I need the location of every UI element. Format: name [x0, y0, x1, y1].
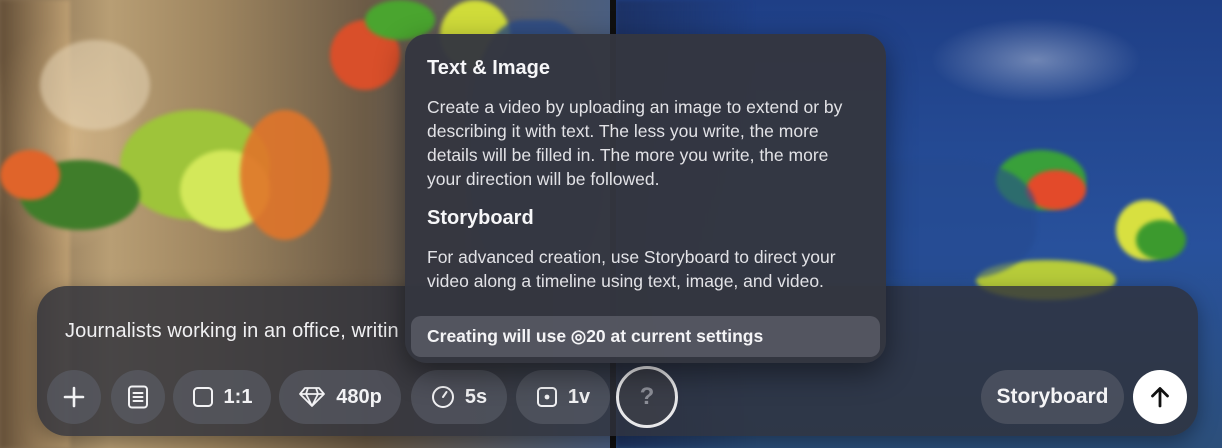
- resolution-button[interactable]: 480p: [279, 370, 401, 424]
- cost-notice: Creating will use ◎20 at current setting…: [411, 316, 880, 357]
- storyboard-label: Storyboard: [996, 385, 1109, 408]
- aspect-ratio-button[interactable]: 1:1: [173, 370, 271, 424]
- app-stage: Journalists working in an office, writin…: [0, 0, 1222, 448]
- document-list-icon: [128, 385, 148, 409]
- submit-button[interactable]: [1133, 370, 1187, 424]
- aspect-ratio-label: 1:1: [223, 385, 253, 408]
- arrow-up-icon: [1151, 387, 1169, 408]
- dice-icon: [536, 387, 557, 407]
- duration-button[interactable]: 5s: [411, 370, 507, 424]
- help-label: ?: [639, 383, 655, 410]
- cost-text: Creating will use ◎20 at current setting…: [427, 326, 764, 346]
- resolution-label: 480p: [336, 385, 382, 408]
- diamond-icon: [299, 387, 326, 407]
- storyboard-button[interactable]: Storyboard: [981, 370, 1124, 424]
- variations-button[interactable]: 1v: [516, 370, 610, 424]
- square-icon: [192, 387, 213, 407]
- add-button[interactable]: [47, 370, 101, 424]
- clock-icon: [431, 386, 454, 408]
- help-popover: Text & Image Create a video by uploading…: [405, 34, 886, 363]
- variations-label: 1v: [567, 385, 591, 408]
- presets-button[interactable]: [111, 370, 165, 424]
- storyboard-description: For advanced creation, use Storyboard to…: [427, 247, 836, 291]
- prompt-input[interactable]: Journalists working in an office, writin: [65, 320, 399, 343]
- duration-label: 5s: [464, 385, 488, 408]
- help-button[interactable]: ?: [616, 366, 678, 428]
- plus-icon: [63, 386, 85, 408]
- text-image-description: Create a video by uploading an image to …: [427, 97, 843, 189]
- text-image-heading: Text & Image: [427, 57, 550, 79]
- storyboard-heading: Storyboard: [427, 207, 534, 229]
